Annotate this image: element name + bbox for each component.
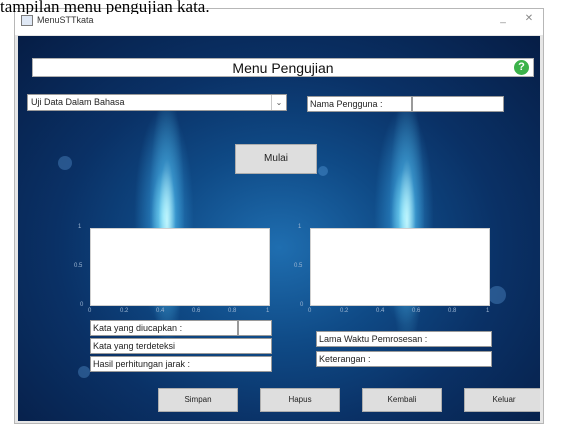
main-panel: Menu Pengujian ? Uji Data Dalam Bahasa ⌄… — [18, 36, 540, 421]
page-title: Menu Pengujian — [232, 60, 334, 76]
header-bar: Menu Pengujian ? — [32, 58, 534, 77]
hapus-button[interactable]: Hapus — [260, 388, 340, 412]
minimize-icon[interactable]: _ — [493, 13, 513, 24]
jarak-label: Hasil perhitungan jarak : — [90, 356, 272, 372]
app-window-icon — [21, 15, 33, 26]
plot-left-y-tick: 1 — [78, 224, 82, 230]
plot-left-x-tick: 0.4 — [156, 308, 165, 314]
plot-left-x-tick: 0.6 — [192, 308, 201, 314]
plot-right-area — [310, 228, 490, 306]
plot-right-x-tick: 0.6 — [412, 308, 421, 314]
plot-left-x-tick: 0.8 — [228, 308, 237, 314]
plot-right-y-tick: 0.5 — [294, 263, 303, 269]
bokeh-dot — [78, 366, 90, 378]
kata-terdeteksi-label: Kata yang terdeteksi — [90, 338, 272, 354]
plot-right-y-tick: 0 — [300, 302, 304, 308]
mulai-button[interactable]: Mulai — [235, 144, 317, 174]
keluar-button[interactable]: Keluar — [464, 388, 540, 412]
lama-waktu-label: Lama Waktu Pemrosesan : — [316, 331, 492, 347]
username-label: Nama Pengguna : — [307, 96, 412, 112]
plot-right-x-tick: 0.4 — [376, 308, 385, 314]
window-title: MenuSTTkata — [37, 15, 94, 25]
kembali-button[interactable]: Kembali — [362, 388, 442, 412]
plot-left-area — [90, 228, 270, 306]
document-caption: tampilan menu pengujian kata. — [0, 0, 210, 14]
bokeh-dot — [318, 166, 328, 176]
kata-diucapkan-field[interactable] — [238, 320, 272, 336]
plot-right-x-tick: 0.2 — [340, 308, 349, 314]
plot-left-x-tick: 0 — [88, 308, 92, 314]
kata-diucapkan-label: Kata yang diucapkan : — [90, 320, 238, 336]
app-window: MenuSTTkata _ ✕ Menu Pengujian ? Uji Dat… — [14, 8, 544, 424]
plot-right-x-tick: 0.8 — [448, 308, 457, 314]
plot-right-x-tick: 0 — [308, 308, 312, 314]
language-select-value: Uji Data Dalam Bahasa — [31, 97, 125, 107]
plot-left-y-tick: 0 — [80, 302, 84, 308]
keterangan-label: Keterangan : — [316, 351, 492, 367]
bokeh-dot — [488, 286, 506, 304]
close-icon[interactable]: ✕ — [519, 13, 539, 24]
language-select[interactable]: Uji Data Dalam Bahasa ⌄ — [27, 94, 287, 111]
simpan-button[interactable]: Simpan — [158, 388, 238, 412]
bokeh-dot — [58, 156, 72, 170]
help-icon[interactable]: ? — [514, 60, 529, 75]
plot-right-x-tick: 1 — [486, 308, 490, 314]
chevron-down-icon[interactable]: ⌄ — [271, 95, 286, 110]
plot-left-x-tick: 0.2 — [120, 308, 129, 314]
plot-left-x-tick: 1 — [266, 308, 270, 314]
plot-left-y-tick: 0.5 — [74, 263, 83, 269]
plot-right-y-tick: 1 — [298, 224, 302, 230]
username-input[interactable] — [412, 96, 504, 112]
